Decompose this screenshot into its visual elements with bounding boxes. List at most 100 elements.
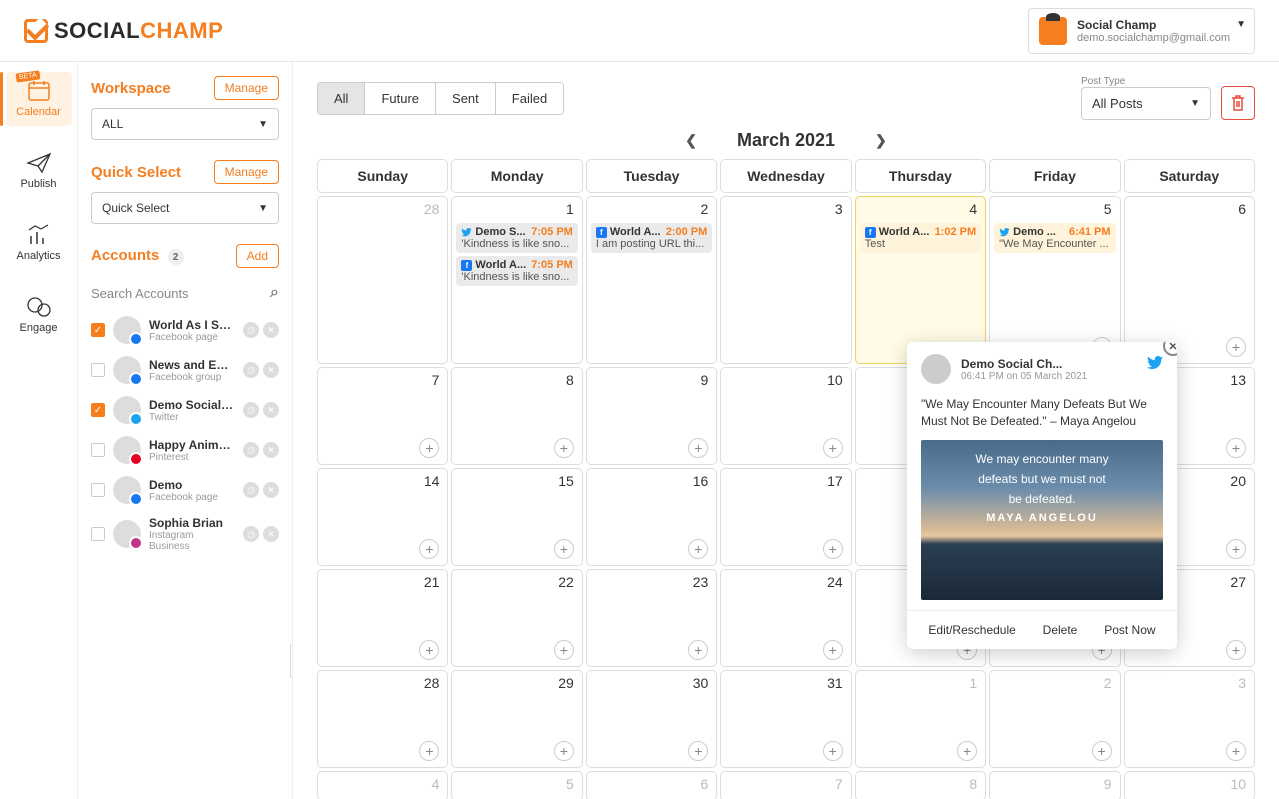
filter-all[interactable]: All <box>318 83 365 114</box>
workspace-manage-button[interactable]: Manage <box>214 76 279 100</box>
clock-icon[interactable]: ◷ <box>243 526 259 542</box>
account-checkbox[interactable] <box>91 483 105 497</box>
add-post-button[interactable]: + <box>823 640 843 660</box>
workspace-select[interactable]: ALL ▼ <box>91 108 279 140</box>
add-post-button[interactable]: + <box>688 438 708 458</box>
calendar-cell[interactable]: 24+ <box>720 569 851 667</box>
nav-analytics[interactable]: Analytics <box>6 216 72 270</box>
add-post-button[interactable]: + <box>1226 438 1246 458</box>
calendar-cell[interactable]: 5 <box>451 771 582 799</box>
calendar-cell[interactable]: 4 fWorld A... 1:02 PM Test <box>855 196 986 364</box>
add-post-button[interactable]: + <box>419 438 439 458</box>
post-chip[interactable]: fWorld A... 2:00 PM I am posting URL thi… <box>591 223 712 253</box>
account-checkbox[interactable] <box>91 527 105 541</box>
filter-sent[interactable]: Sent <box>436 83 496 114</box>
calendar-cell[interactable]: 9 <box>989 771 1120 799</box>
calendar-cell[interactable]: 14+ <box>317 468 448 566</box>
add-post-button[interactable]: + <box>823 438 843 458</box>
nav-calendar[interactable]: BETA Calendar <box>6 72 72 126</box>
filter-future[interactable]: Future <box>365 83 436 114</box>
account-row[interactable]: Happy Animals Pinterest ◷ ✕ <box>91 430 279 470</box>
remove-icon[interactable]: ✕ <box>263 482 279 498</box>
account-checkbox[interactable] <box>91 403 105 417</box>
add-post-button[interactable]: + <box>554 438 574 458</box>
logo[interactable]: SOCIALCHAMP <box>24 18 223 44</box>
add-post-button[interactable]: + <box>554 640 574 660</box>
clock-icon[interactable]: ◷ <box>243 482 259 498</box>
calendar-cell[interactable]: 7+ <box>317 367 448 465</box>
calendar-cell[interactable]: 10+ <box>720 367 851 465</box>
calendar-cell[interactable]: 3+ <box>1124 670 1255 768</box>
calendar-cell[interactable]: 5 Demo ... 6:41 PM "We May Encounter ...… <box>989 196 1120 364</box>
add-post-button[interactable]: + <box>823 539 843 559</box>
add-post-button[interactable]: + <box>688 640 708 660</box>
add-post-button[interactable]: + <box>823 741 843 761</box>
calendar-cell[interactable]: 1 Demo S... 7:05 PM 'Kindness is like sn… <box>451 196 582 364</box>
calendar-cell[interactable]: 16+ <box>586 468 717 566</box>
clock-icon[interactable]: ◷ <box>243 442 259 458</box>
calendar-cell[interactable]: 22+ <box>451 569 582 667</box>
add-post-button[interactable]: + <box>419 539 439 559</box>
calendar-cell[interactable]: 6+ <box>1124 196 1255 364</box>
popover-postnow-button[interactable]: Post Now <box>1104 623 1155 637</box>
calendar-cell[interactable]: 21+ <box>317 569 448 667</box>
next-month-button[interactable]: ❯ <box>875 132 887 149</box>
account-row[interactable]: News and Entert... Facebook group ◷ ✕ <box>91 350 279 390</box>
account-row[interactable]: Demo Social Ch... Twitter ◷ ✕ <box>91 390 279 430</box>
calendar-cell[interactable]: 17+ <box>720 468 851 566</box>
clock-icon[interactable]: ◷ <box>243 322 259 338</box>
add-post-button[interactable]: + <box>957 741 977 761</box>
search-input[interactable]: Search Accounts <box>91 286 189 301</box>
remove-icon[interactable]: ✕ <box>263 362 279 378</box>
calendar-cell[interactable]: 6 <box>586 771 717 799</box>
calendar-cell[interactable]: 3 <box>720 196 851 364</box>
add-post-button[interactable]: + <box>1226 337 1246 357</box>
accounts-add-button[interactable]: Add <box>236 244 279 268</box>
add-post-button[interactable]: + <box>554 539 574 559</box>
add-post-button[interactable]: + <box>554 741 574 761</box>
calendar-cell[interactable]: 31+ <box>720 670 851 768</box>
calendar-cell[interactable]: 4 <box>317 771 448 799</box>
account-checkbox[interactable] <box>91 363 105 377</box>
search-icon[interactable]: ⌕ <box>270 284 279 302</box>
add-post-button[interactable]: + <box>1226 640 1246 660</box>
clock-icon[interactable]: ◷ <box>243 402 259 418</box>
calendar-cell[interactable]: 28+ <box>317 670 448 768</box>
calendar-cell[interactable]: 9+ <box>586 367 717 465</box>
account-row[interactable]: World As I See It Facebook page ◷ ✕ <box>91 310 279 350</box>
add-post-button[interactable]: + <box>419 640 439 660</box>
popover-edit-button[interactable]: Edit/Reschedule <box>928 623 1015 637</box>
post-chip[interactable]: Demo ... 6:41 PM "We May Encounter ... <box>994 223 1115 253</box>
calendar-cell[interactable]: 10 <box>1124 771 1255 799</box>
calendar-cell[interactable]: 23+ <box>586 569 717 667</box>
clock-icon[interactable]: ◷ <box>243 362 259 378</box>
calendar-cell[interactable]: 1+ <box>855 670 986 768</box>
account-checkbox[interactable] <box>91 443 105 457</box>
account-checkbox[interactable] <box>91 323 105 337</box>
calendar-cell[interactable]: 8 <box>855 771 986 799</box>
calendar-cell[interactable]: 7 <box>720 771 851 799</box>
trash-button[interactable] <box>1221 86 1255 120</box>
calendar-cell[interactable]: 28 <box>317 196 448 364</box>
add-post-button[interactable]: + <box>1092 741 1112 761</box>
nav-publish[interactable]: Publish <box>6 144 72 198</box>
quickselect-select[interactable]: Quick Select ▼ <box>91 192 279 224</box>
user-menu[interactable]: Social Champ demo.socialchamp@gmail.com … <box>1028 8 1255 54</box>
remove-icon[interactable]: ✕ <box>263 322 279 338</box>
add-post-button[interactable]: + <box>1226 539 1246 559</box>
account-row[interactable]: Sophia Brian Instagram Business ◷ ✕ <box>91 510 279 558</box>
add-post-button[interactable]: + <box>688 539 708 559</box>
prev-month-button[interactable]: ❮ <box>685 132 697 149</box>
post-type-select[interactable]: All Posts ▼ <box>1081 87 1211 120</box>
popover-delete-button[interactable]: Delete <box>1043 623 1078 637</box>
post-chip[interactable]: fWorld A... 7:05 PM 'Kindness is like sn… <box>456 256 577 286</box>
calendar-cell[interactable]: 8+ <box>451 367 582 465</box>
remove-icon[interactable]: ✕ <box>263 526 279 542</box>
calendar-cell[interactable]: 30+ <box>586 670 717 768</box>
calendar-cell[interactable]: 15+ <box>451 468 582 566</box>
post-chip[interactable]: Demo S... 7:05 PM 'Kindness is like sno.… <box>456 223 577 253</box>
post-chip[interactable]: fWorld A... 1:02 PM Test <box>860 223 981 253</box>
calendar-cell[interactable]: 2 fWorld A... 2:00 PM I am posting URL t… <box>586 196 717 364</box>
calendar-cell[interactable]: 29+ <box>451 670 582 768</box>
calendar-cell[interactable]: 2+ <box>989 670 1120 768</box>
